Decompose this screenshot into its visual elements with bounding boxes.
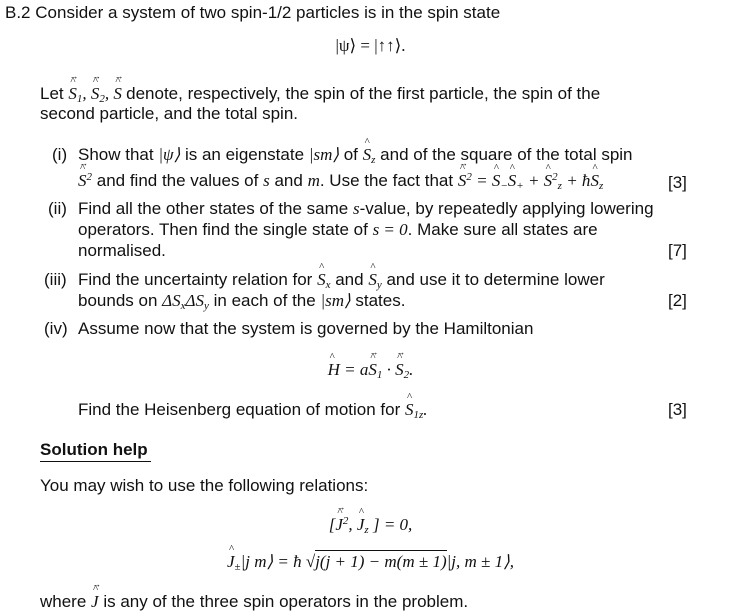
part-ii-line-3: normalised.: [78, 241, 166, 260]
part-ii-label: (ii): [48, 199, 67, 218]
part-iv-line-2: Find the Heisenberg equation of motion f…: [78, 391, 428, 421]
relation-ladder: J±|j m⟩ = ħ √j(j + 1) − m(m ± 1)|j, m ± …: [0, 543, 741, 573]
spin-operators: S1, S2, S: [68, 71, 126, 105]
hamiltonian-equation: H = aS1 · S2.: [0, 347, 741, 381]
let-line-1: Let S1, S2, S denote, respectively, the …: [40, 71, 600, 105]
part-ii-line-1: Find all the other states of the same s-…: [78, 199, 654, 218]
question-intro: Consider a system of two spin-1/2 partic…: [35, 3, 501, 22]
let-line-2: second particle, and the total spin.: [40, 104, 298, 123]
part-iv-marks: [3]: [668, 400, 687, 419]
relation-commutator: [J2, Jz ] = 0,: [0, 502, 741, 536]
part-iii-marks: [2]: [668, 291, 687, 310]
part-iii-line-1: Find the uncertainty relation for Sx and…: [78, 261, 605, 291]
question-number: B.2: [5, 3, 31, 22]
solution-footer: where J is any of the three spin operato…: [40, 579, 468, 612]
part-ii-marks: [7]: [668, 241, 687, 260]
heading-underline: [40, 461, 151, 462]
solution-intro: You may wish to use the following relati…: [40, 476, 369, 495]
part-iv-label: (iv): [44, 319, 68, 338]
part-i-line-2: S2 and find the values of s and m. Use t…: [78, 158, 603, 192]
question-header: B.2 Consider a system of two spin-1/2 pa…: [5, 3, 500, 23]
part-iii-line-2: bounds on ΔSxΔSy in each of the |sm⟩ sta…: [78, 291, 406, 312]
part-i-marks: [3]: [668, 173, 687, 192]
solution-heading: Solution help: [40, 440, 148, 459]
state-equation: |ψ⟩ = |↑↑⟩.: [335, 36, 406, 55]
part-iii-label: (iii): [44, 270, 67, 289]
part-i-label: (i): [52, 145, 68, 164]
part-ii-line-2: operators. Then find the single state of…: [78, 220, 598, 239]
part-iv-line-1: Assume now that the system is governed b…: [78, 319, 534, 338]
